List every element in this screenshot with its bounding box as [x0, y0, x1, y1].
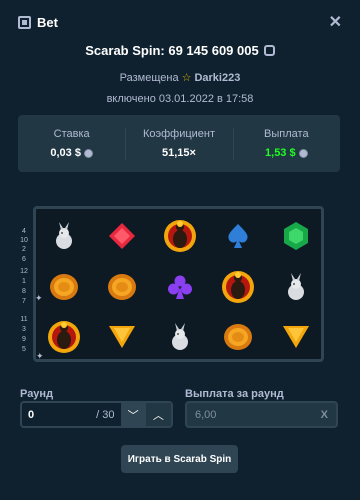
modal-header: Bet ✕ [0, 0, 360, 44]
hare-icon [271, 264, 321, 310]
payline-number: 1 [22, 278, 26, 285]
payout-value: 1,53 $ [265, 147, 308, 159]
chevron-down-button[interactable]: ﹀ [120, 403, 146, 426]
payline-number: 5 [22, 346, 26, 353]
scarab-icon [213, 264, 263, 310]
star-icon: ☆ [181, 72, 192, 84]
copy-link-icon[interactable] [263, 45, 275, 57]
red-gem-icon [97, 213, 147, 259]
payline-number: 4 [22, 228, 26, 235]
round-max: / 30 [96, 408, 115, 421]
green-gem-icon [271, 213, 321, 259]
stat-stake: Ставка 0,03 $ [18, 115, 125, 172]
paylines-left: 4 10 2 6 12 1 8 7 11 3 9 5 [18, 228, 30, 356]
payline-number: 10 [20, 237, 28, 244]
paylines-right [328, 228, 340, 356]
coin-icon [39, 264, 89, 310]
payline-number: 7 [22, 298, 26, 305]
round-payout-field: 6,00 X [185, 401, 338, 428]
stake-value: 0,03 $ [50, 147, 93, 159]
round-stepper: 0 / 30 ﹀ ︿ [20, 401, 173, 428]
payline-number: 8 [22, 288, 26, 295]
hare-icon [155, 314, 205, 360]
purple-club-icon [155, 264, 205, 310]
coefficient-value: 51,15× [162, 147, 196, 159]
payline-number: 2 [22, 246, 26, 253]
chevron-up-button[interactable]: ︿ [145, 403, 171, 426]
bet-icon [18, 15, 31, 29]
bet-id-text: Scarab Spin: 69 145 609 005 [85, 43, 259, 58]
stat-coefficient: Коэффициент 51,15× [125, 115, 232, 172]
placed-label: Размещена [119, 72, 179, 84]
scarab-icon [39, 314, 89, 360]
placed-by-line: Размещена ☆ Darki223 [0, 71, 360, 84]
coin-icon [298, 148, 308, 158]
coin-icon [83, 148, 93, 158]
payline-number: 6 [22, 256, 26, 263]
round-input[interactable]: 0 [22, 408, 77, 421]
payout-label: Выплата [264, 128, 309, 140]
blue-spade-icon [213, 213, 263, 259]
yellow-triangle-icon [271, 314, 321, 360]
round-payout-value: 6,00 [195, 408, 217, 421]
round-label: Раунд [20, 388, 54, 400]
payline-number: 12 [20, 268, 28, 275]
payline-number: 3 [22, 326, 26, 333]
round-payout-label: Выплата за раунд [185, 388, 284, 400]
coefficient-label: Коэффициент [142, 128, 216, 140]
close-icon[interactable]: ✕ [329, 12, 342, 32]
coin-icon [213, 314, 263, 360]
payline-number: 9 [22, 336, 26, 343]
stake-amount: 0,03 $ [50, 147, 81, 159]
bet-date: включено 03.01.2022 в 17:58 [106, 93, 254, 105]
stake-label: Ставка [53, 128, 90, 140]
stat-payout: Выплата 1,53 $ [232, 115, 340, 172]
bet-stats-panel: Ставка 0,03 $ Коэффициент 51,15× Выплата… [18, 115, 340, 172]
payline-number: 11 [20, 316, 28, 323]
payout-amount: 1,53 $ [265, 147, 296, 159]
slot-board: ✦ ✦ [33, 206, 324, 362]
modal-title: Bet [37, 14, 58, 30]
multiplier-icon: X [320, 408, 328, 421]
coin-icon [97, 264, 147, 310]
yellow-triangle-icon [97, 314, 147, 360]
username[interactable]: Darki223 [194, 72, 240, 84]
bet-id-line: Scarab Spin: 69 145 609 005 [0, 43, 360, 58]
hare-icon [39, 213, 89, 259]
play-game-button[interactable]: Играть в Scarab Spin [121, 445, 238, 473]
scarab-icon [155, 213, 205, 259]
